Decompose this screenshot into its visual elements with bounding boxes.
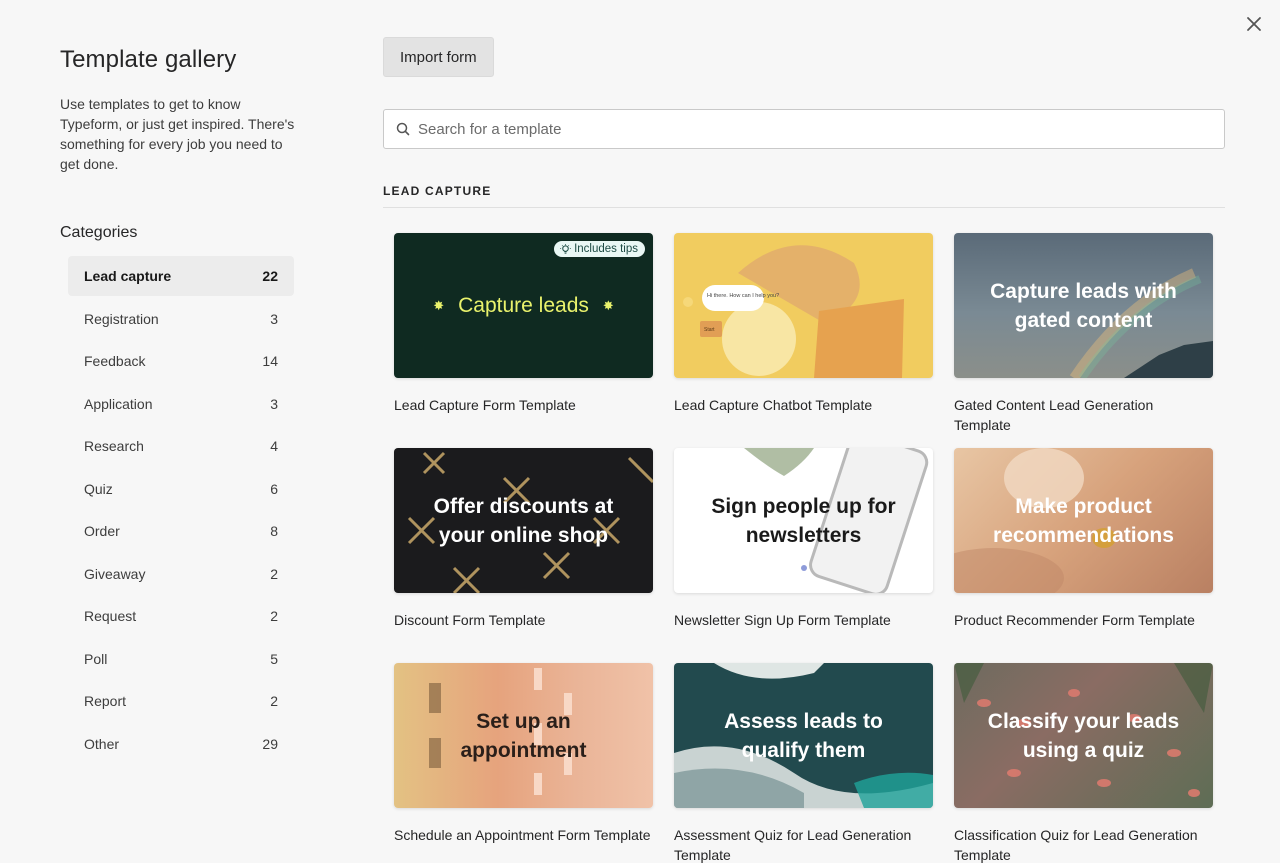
includes-tips-badge: Includes tips bbox=[554, 241, 645, 257]
category-count: 4 bbox=[270, 438, 278, 454]
template-card[interactable]: Make product recommendations Product Rec… bbox=[954, 448, 1213, 663]
chatbot-illustration: Hi there. How can I help you? Start bbox=[683, 245, 904, 378]
thumbnail-text: Set up an appointment bbox=[460, 709, 587, 762]
category-label: Lead capture bbox=[84, 268, 172, 284]
category-item-request[interactable]: Request 2 bbox=[68, 596, 294, 636]
template-label[interactable]: Discount Form Template bbox=[394, 610, 653, 663]
chat-start-text: Start bbox=[704, 327, 715, 333]
category-item-order[interactable]: Order 8 bbox=[68, 511, 294, 551]
sparkle-icon: ✸ bbox=[433, 298, 445, 313]
template-label[interactable]: Classification Quiz for Lead Generation … bbox=[954, 825, 1213, 863]
category-count: 2 bbox=[270, 608, 278, 624]
search-input[interactable] bbox=[418, 120, 1212, 138]
template-label[interactable]: Lead Capture Chatbot Template bbox=[674, 395, 933, 448]
category-label: Poll bbox=[84, 650, 108, 667]
template-thumbnail[interactable]: Classify your leads using a quiz bbox=[954, 663, 1213, 808]
category-count: 2 bbox=[270, 693, 278, 709]
template-thumbnail[interactable]: Capture leads with gated content bbox=[954, 233, 1213, 378]
category-item-research[interactable]: Research 4 bbox=[68, 426, 294, 466]
main-content: Import form LEAD CAPTURE Includes tips ✸ bbox=[383, 37, 1225, 863]
thumbnail-text: Capture leads bbox=[458, 294, 589, 317]
section-title: LEAD CAPTURE bbox=[383, 184, 1225, 208]
template-label[interactable]: Lead Capture Form Template bbox=[394, 395, 653, 448]
categories-heading: Categories bbox=[60, 224, 138, 241]
sparkle-icon: ✸ bbox=[602, 298, 614, 313]
category-item-other[interactable]: Other 29 bbox=[68, 724, 294, 764]
category-count: 6 bbox=[270, 480, 278, 497]
category-item-poll[interactable]: Poll 5 bbox=[68, 639, 294, 679]
page-title: Template gallery bbox=[60, 46, 237, 73]
template-thumbnail[interactable]: Offer discounts at your online shop bbox=[394, 448, 653, 593]
template-thumbnail[interactable]: Assess leads to qualify them bbox=[674, 663, 933, 808]
thumbnail-text: Capture leads with gated content bbox=[990, 279, 1177, 332]
template-label[interactable]: Product Recommender Form Template bbox=[954, 610, 1213, 663]
category-label: Request bbox=[84, 608, 137, 624]
category-count: 22 bbox=[262, 268, 278, 284]
chat-bubble-text: Hi there. How can I help you? bbox=[707, 293, 779, 299]
template-card[interactable]: Sign people up for newsletters Newslette… bbox=[674, 448, 933, 663]
template-card[interactable]: Offer discounts at your online shop Disc… bbox=[394, 448, 653, 663]
thumbnail-text: Classify your leads using a quiz bbox=[987, 709, 1180, 762]
category-label: Other bbox=[84, 735, 120, 752]
category-item-registration[interactable]: Registration 3 bbox=[68, 299, 294, 339]
import-form-button[interactable]: Import form bbox=[383, 37, 494, 77]
template-thumbnail[interactable]: Make product recommendations bbox=[954, 448, 1213, 593]
thumbnail-text: Assess leads to qualify them bbox=[724, 709, 883, 762]
lightbulb-icon bbox=[560, 243, 571, 254]
template-grid: Includes tips ✸ Capture leads ✸ Lead Cap… bbox=[394, 233, 1225, 863]
close-icon bbox=[1247, 17, 1261, 31]
page-description: Use templates to get to know Typeform, o… bbox=[60, 96, 295, 172]
category-label: Registration bbox=[84, 310, 159, 327]
badge-label: Includes tips bbox=[574, 243, 638, 255]
category-item-giveaway[interactable]: Giveaway 2 bbox=[68, 554, 294, 594]
category-list: Lead capture 22 Registration 3 Feedback … bbox=[68, 256, 294, 764]
template-thumbnail[interactable]: Set up an appointment bbox=[394, 663, 653, 808]
template-label[interactable]: Schedule an Appointment Form Template bbox=[394, 825, 653, 863]
close-button[interactable] bbox=[1242, 12, 1266, 36]
template-thumbnail[interactable]: Sign people up for newsletters bbox=[674, 448, 933, 593]
sidebar: Template gallery Use templates to get to… bbox=[60, 46, 300, 766]
category-item-feedback[interactable]: Feedback 14 bbox=[68, 341, 294, 381]
category-label: Giveaway bbox=[84, 565, 146, 582]
template-label[interactable]: Gated Content Lead Generation Template bbox=[954, 395, 1213, 448]
template-card[interactable]: Set up an appointment Schedule an Appoin… bbox=[394, 663, 653, 863]
category-count: 3 bbox=[270, 395, 278, 412]
template-card[interactable]: Hi there. How can I help you? Start Lead… bbox=[674, 233, 933, 448]
thumbnail-text: Offer discounts at your online shop bbox=[433, 494, 614, 547]
category-count: 3 bbox=[270, 310, 278, 327]
template-label[interactable]: Assessment Quiz for Lead Generation Temp… bbox=[674, 825, 933, 863]
thumbnail-text: Make product recommendations bbox=[993, 494, 1174, 547]
category-count: 8 bbox=[270, 523, 278, 539]
template-thumbnail[interactable]: Includes tips ✸ Capture leads ✸ bbox=[394, 233, 653, 378]
thumbnail-text: Sign people up for newsletters bbox=[711, 494, 896, 547]
category-item-lead-capture[interactable]: Lead capture 22 bbox=[68, 256, 294, 296]
search-box[interactable] bbox=[383, 109, 1225, 149]
template-card[interactable]: Assess leads to qualify them Assessment … bbox=[674, 663, 933, 863]
category-count: 29 bbox=[262, 735, 278, 752]
template-card[interactable]: Includes tips ✸ Capture leads ✸ Lead Cap… bbox=[394, 233, 653, 448]
category-item-report[interactable]: Report 2 bbox=[68, 681, 294, 721]
category-label: Order bbox=[84, 523, 120, 539]
template-label[interactable]: Newsletter Sign Up Form Template bbox=[674, 610, 933, 663]
category-label: Report bbox=[84, 693, 127, 709]
category-item-application[interactable]: Application 3 bbox=[68, 384, 294, 424]
search-icon bbox=[396, 122, 410, 136]
category-count: 2 bbox=[270, 565, 278, 582]
category-count: 5 bbox=[270, 650, 278, 667]
category-count: 14 bbox=[262, 353, 278, 369]
category-label: Feedback bbox=[84, 353, 146, 369]
category-label: Research bbox=[84, 438, 144, 454]
category-label: Application bbox=[84, 395, 153, 412]
category-item-quiz[interactable]: Quiz 6 bbox=[68, 469, 294, 509]
category-label: Quiz bbox=[84, 480, 113, 497]
template-thumbnail[interactable]: Hi there. How can I help you? Start bbox=[674, 233, 933, 378]
template-card[interactable]: Capture leads with gated content Gated C… bbox=[954, 233, 1213, 448]
template-card[interactable]: Classify your leads using a quiz Classif… bbox=[954, 663, 1213, 863]
